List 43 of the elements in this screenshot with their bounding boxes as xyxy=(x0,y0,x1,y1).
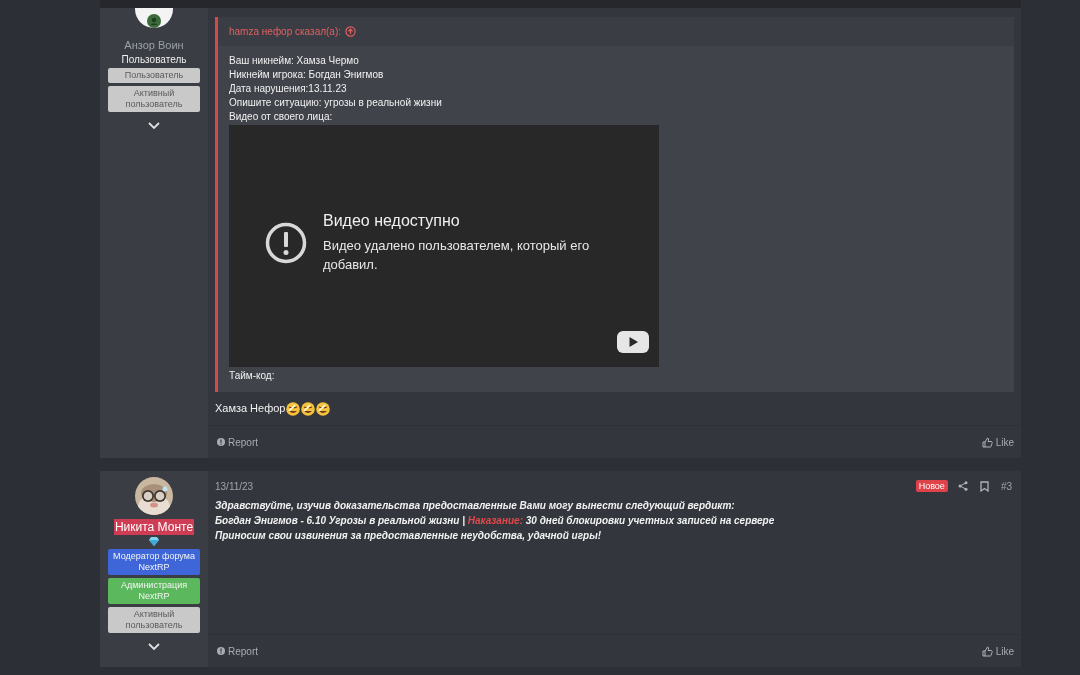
quote-author[interactable]: hamza нефор сказал(а): xyxy=(229,26,342,37)
warning-icon xyxy=(217,438,225,446)
message-line: Богдан Энигмов - 6.10 Угрозы в реальной жизни | Наказание: 30 дней блокировки учетных записей на сервере xyxy=(215,514,775,528)
user-banner: Администрация NextRP xyxy=(108,578,200,604)
quote-line: Ваш никнейм: Хамза Чермо xyxy=(229,54,359,68)
report-link[interactable]: Report xyxy=(217,645,258,657)
chevron-down-icon[interactable] xyxy=(148,643,160,651)
new-badge: Новое xyxy=(915,480,948,492)
username[interactable]: Анзор Воин xyxy=(124,38,184,52)
thumbs-up-icon xyxy=(981,645,993,657)
video-player[interactable]: Видео недоступно Видео удалено пользователем, который его добавил. xyxy=(229,125,659,367)
user-banner: Активный пользователь xyxy=(108,607,200,633)
like-button[interactable]: Like xyxy=(981,436,1014,448)
bookmark-icon[interactable] xyxy=(979,480,989,492)
report-link[interactable]: Report xyxy=(217,436,258,448)
post-number[interactable]: #3 xyxy=(1000,480,1012,492)
chevron-down-icon[interactable] xyxy=(148,122,160,130)
laughing-emoji-icon xyxy=(286,401,301,416)
message-line: Хамза Нефор xyxy=(215,401,286,416)
video-error-message: Видео удалено пользователем, который его добавил. xyxy=(323,236,591,274)
user-title: Пользователь xyxy=(121,53,187,66)
username[interactable]: Никита Монте xyxy=(113,519,195,535)
like-button[interactable]: Like xyxy=(981,645,1014,657)
warning-icon xyxy=(217,647,225,655)
post-date[interactable]: 13/11/23 xyxy=(215,480,254,492)
user-banner: Модератор форума NextRP xyxy=(108,549,200,575)
video-error-title: Видео недоступно xyxy=(323,211,461,230)
arrow-up-circle-icon[interactable] xyxy=(345,26,357,37)
exclamation-circle-icon xyxy=(265,221,307,264)
laughing-emoji-icon xyxy=(316,401,331,416)
quote-line: Дата нарушения:13.11.23 xyxy=(229,82,347,96)
message-line: Приносим свои извинения за предоставленные неудобства, удачной игры! xyxy=(215,529,602,543)
thumbs-up-icon xyxy=(981,436,993,448)
quote-line: Опишите ситуацию: угрозы в реальной жизни xyxy=(229,96,442,110)
user-banner: Активный пользователь xyxy=(108,86,200,112)
message-line: Здравствуйте, изучив доказательства предоставленные Вами могу вынести следующий вердикт: xyxy=(215,499,735,513)
user-banner: Пользователь xyxy=(108,68,200,83)
quote-line: Никнейм игрока: Богдан Энигмов xyxy=(229,68,384,82)
share-icon[interactable] xyxy=(957,481,968,491)
quote-line: Видео от своего лица: xyxy=(229,110,333,124)
play-button-icon[interactable] xyxy=(617,331,649,353)
laughing-emoji-icon xyxy=(301,401,316,416)
quote-line: Тайм-код: xyxy=(229,369,275,383)
